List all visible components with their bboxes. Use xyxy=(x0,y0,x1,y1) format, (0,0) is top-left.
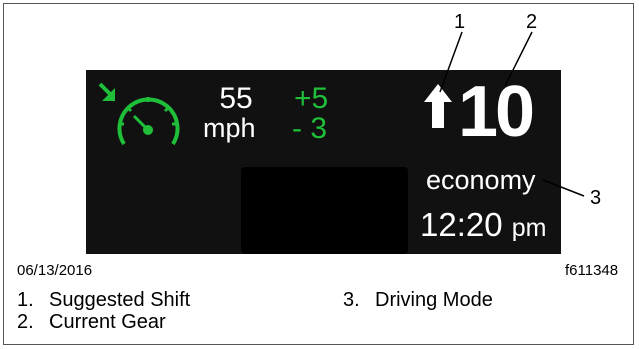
legend-label: Suggested Shift xyxy=(49,289,191,311)
speed-unit: mph xyxy=(203,113,256,143)
figure-id: f611348 xyxy=(565,262,619,279)
blank-display-panel xyxy=(241,167,408,254)
driver-display-screen: 55 mph +5 - 3 10 economy 12:20 pm xyxy=(86,70,561,254)
legend-label: Driving Mode xyxy=(375,289,493,311)
legend-item-current-gear: 2. Current Gear xyxy=(17,311,166,333)
callout-3: 3 xyxy=(590,187,602,209)
legend-number: 3. xyxy=(343,289,360,311)
figure-date: 06/13/2016 xyxy=(17,262,93,279)
speedometer-cruise-icon xyxy=(98,82,180,146)
current-speed: 55 xyxy=(219,82,253,115)
clock: 12:20 pm xyxy=(420,207,547,246)
legend-label: Current Gear xyxy=(49,311,166,333)
upshift-arrow-icon xyxy=(424,84,452,128)
clock-period: pm xyxy=(511,214,547,242)
legend-number: 2. xyxy=(17,311,34,333)
legend-item-driving-mode: 3. Driving Mode xyxy=(343,289,493,311)
speed-offset-plus: +5 xyxy=(294,82,329,115)
speed-offset-minus: - 3 xyxy=(292,112,328,145)
current-gear: 10 xyxy=(458,72,535,152)
driving-mode: economy xyxy=(426,165,536,195)
clock-time: 12:20 xyxy=(420,206,503,243)
legend-item-suggested-shift: 1. Suggested Shift xyxy=(17,289,190,311)
callout-1: 1 xyxy=(454,11,466,33)
legend-number: 1. xyxy=(17,289,34,311)
callout-2: 2 xyxy=(526,11,538,33)
